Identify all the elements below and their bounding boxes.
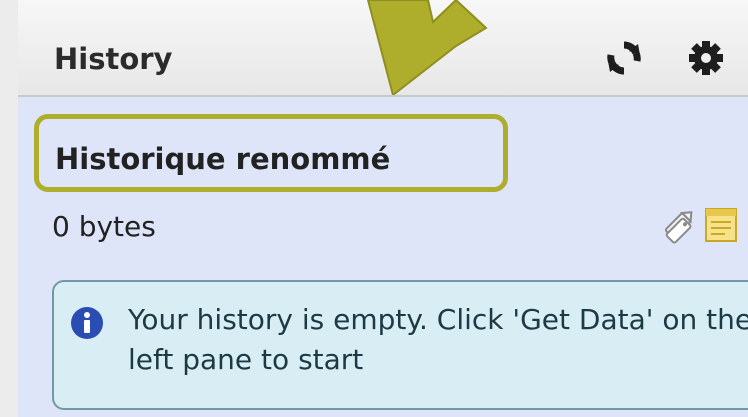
refresh-icon[interactable] [604, 38, 644, 78]
note-icon[interactable] [705, 208, 737, 242]
panel-title: History [54, 42, 173, 76]
history-size: 0 bytes [52, 210, 156, 243]
history-name[interactable]: Historique renommé [55, 142, 390, 176]
info-icon [70, 306, 104, 340]
gear-icon[interactable] [686, 38, 726, 78]
history-panel: History Historique renommé 0 bytes Your … [18, 0, 748, 417]
history-panel-header: History [18, 0, 748, 97]
empty-history-message: Your history is empty. Click 'Get Data' … [52, 280, 748, 410]
annotation-arrow-icon [366, 0, 488, 95]
empty-history-text: Your history is empty. Click 'Get Data' … [128, 303, 748, 376]
tags-icon[interactable] [660, 205, 700, 245]
